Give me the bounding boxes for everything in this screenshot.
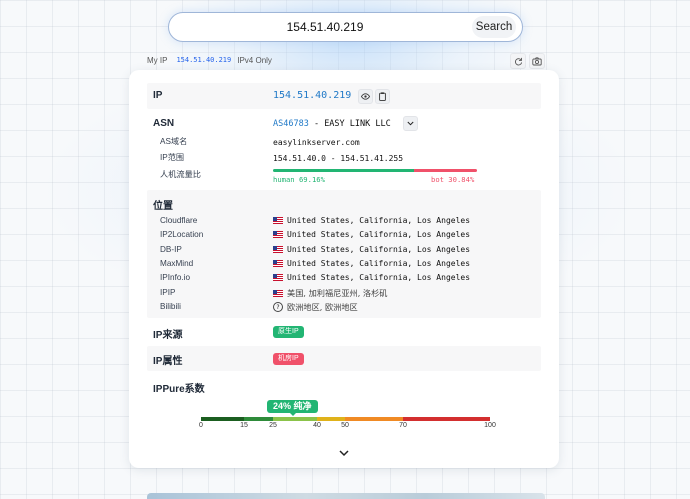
flag-us-icon bbox=[273, 217, 283, 224]
ip-attribute-label: IP属性 bbox=[153, 356, 183, 367]
asn-number-link[interactable]: AS46783 bbox=[273, 119, 309, 129]
gauge-segment-risk bbox=[345, 417, 404, 421]
location-section: 位置 Cloudflare United States, California,… bbox=[147, 190, 541, 318]
location-text: United States, California, Los Angeles bbox=[287, 216, 471, 225]
location-value-ip2location: United States, California, Los Angeles bbox=[273, 230, 470, 239]
location-source-maxmind: MaxMind bbox=[160, 259, 194, 268]
location-source-bilibili: Bilibili bbox=[160, 302, 181, 311]
gauge-segment-clean bbox=[244, 417, 274, 421]
location-value-cloudflare: United States, California, Los Angeles bbox=[273, 216, 470, 225]
ipv4-only-label[interactable]: IPv4 Only bbox=[237, 56, 272, 65]
datacenter-ip-badge: 机房IP bbox=[273, 353, 304, 365]
gauge-tick: 25 bbox=[269, 422, 277, 429]
flag-us-icon bbox=[273, 289, 283, 297]
location-source-ipinfo: IPInfo.io bbox=[160, 273, 191, 282]
gauge-segment-very-clean bbox=[201, 417, 245, 421]
as-domain-label: AS域名 bbox=[160, 137, 188, 146]
gauge-tick: 0 bbox=[199, 422, 203, 429]
my-ip-value[interactable]: 154.51.40.219 bbox=[176, 56, 231, 64]
flag-us-icon bbox=[273, 274, 283, 281]
traffic-ratio-bar bbox=[273, 169, 477, 172]
chevron-down-icon bbox=[407, 121, 414, 126]
ip-label: IP bbox=[153, 90, 163, 101]
flag-us-icon bbox=[273, 231, 283, 238]
traffic-ratio-label: 人机流量比 bbox=[160, 170, 201, 179]
location-text: United States, California, Los Angeles bbox=[287, 273, 471, 282]
location-value-maxmind: United States, California, Los Angeles bbox=[273, 259, 470, 268]
refresh-button[interactable] bbox=[510, 53, 526, 69]
asn-expand-button[interactable] bbox=[403, 116, 418, 131]
location-text: United States, California, Los Angeles bbox=[287, 259, 471, 268]
screenshot-button[interactable] bbox=[529, 53, 545, 69]
camera-icon bbox=[532, 56, 542, 65]
asn-label: ASN bbox=[153, 118, 175, 129]
ip-info-card: IP 154.51.40.219 ASN AS46783 - EASY LINK… bbox=[129, 70, 559, 468]
flag-us-icon bbox=[273, 260, 283, 267]
ip-range-label: IP范围 bbox=[160, 153, 185, 162]
asn-section: ASN AS46783 - EASY LINK LLC AS域名 easylin… bbox=[147, 111, 541, 187]
asn-separator: - bbox=[308, 119, 325, 129]
my-ip-label[interactable]: My IP bbox=[147, 56, 167, 65]
ip-row: IP 154.51.40.219 bbox=[147, 83, 541, 109]
gauge-segment-high-risk bbox=[403, 417, 490, 421]
copy-icon bbox=[379, 92, 386, 101]
ip-source-row: IP来源 原生IP bbox=[147, 321, 541, 343]
human-ratio-fill bbox=[273, 169, 415, 172]
gauge-tick: 40 bbox=[313, 422, 321, 429]
refresh-icon bbox=[514, 57, 522, 65]
gauge-tick: 70 bbox=[399, 422, 407, 429]
location-text: United States, California, Los Angeles bbox=[287, 245, 471, 254]
location-value-ipinfo: United States, California, Los Angeles bbox=[273, 273, 470, 282]
copy-button[interactable] bbox=[375, 89, 390, 104]
ippure-label: IPPure系数 bbox=[153, 384, 205, 395]
bot-ratio-text: bot 30.84% bbox=[431, 175, 475, 184]
location-value-dbip: United States, California, Los Angeles bbox=[273, 245, 470, 254]
ip-range-value: 154.51.40.0 - 154.51.41.255 bbox=[273, 154, 404, 163]
toggle-visibility-button[interactable] bbox=[358, 89, 373, 104]
location-source-cloudflare: Cloudflare bbox=[160, 216, 198, 225]
question-icon: ? bbox=[273, 302, 283, 312]
search-button[interactable]: Search bbox=[472, 16, 516, 38]
ippure-gauge bbox=[201, 417, 490, 421]
location-value-ipip: 美国, 加利福尼亚州, 洛杉矶 bbox=[273, 287, 387, 299]
location-text: United States, California, Los Angeles bbox=[287, 230, 471, 239]
ippure-score-pointer bbox=[289, 412, 297, 416]
gauge-segment-neutral bbox=[273, 417, 317, 421]
human-ratio-text: human 69.16% bbox=[273, 175, 325, 184]
eye-icon bbox=[361, 93, 370, 100]
location-source-ip2location: IP2Location bbox=[160, 230, 204, 239]
ip-source-label: IP来源 bbox=[153, 330, 183, 341]
flag-us-icon bbox=[273, 246, 283, 253]
ip-attribute-row: IP属性 机房IP bbox=[147, 346, 541, 371]
as-domain-value: easylinkserver.com bbox=[273, 138, 360, 147]
search-input[interactable] bbox=[185, 16, 465, 38]
gauge-tick: 100 bbox=[484, 422, 496, 429]
gauge-tick: 15 bbox=[240, 422, 248, 429]
location-text: 欧洲地区, 欧洲地区 bbox=[287, 302, 358, 312]
search-bar: Search bbox=[168, 12, 523, 42]
gauge-tick: 50 bbox=[341, 422, 349, 429]
my-ip-bar: My IP 154.51.40.219 IPv4 Only bbox=[147, 53, 547, 67]
gauge-segment-slight-risk bbox=[316, 417, 346, 421]
native-ip-badge: 原生IP bbox=[273, 326, 304, 338]
expand-more-button[interactable] bbox=[338, 445, 350, 457]
location-source-dbip: DB-IP bbox=[160, 245, 182, 254]
bot-ratio-fill bbox=[414, 169, 477, 172]
location-source-ipip: IPIP bbox=[160, 288, 176, 297]
location-label: 位置 bbox=[153, 201, 173, 212]
next-card-preview bbox=[147, 493, 545, 499]
ip-value[interactable]: 154.51.40.219 bbox=[273, 90, 351, 101]
asn-value: AS46783 - EASY LINK LLC bbox=[273, 119, 391, 129]
chevron-down-icon bbox=[339, 450, 349, 457]
asn-name: EASY LINK LLC bbox=[324, 119, 391, 129]
location-text: 美国, 加利福尼亚州, 洛杉矶 bbox=[287, 288, 388, 298]
location-value-bilibili: ? 欧洲地区, 欧洲地区 bbox=[273, 301, 358, 313]
